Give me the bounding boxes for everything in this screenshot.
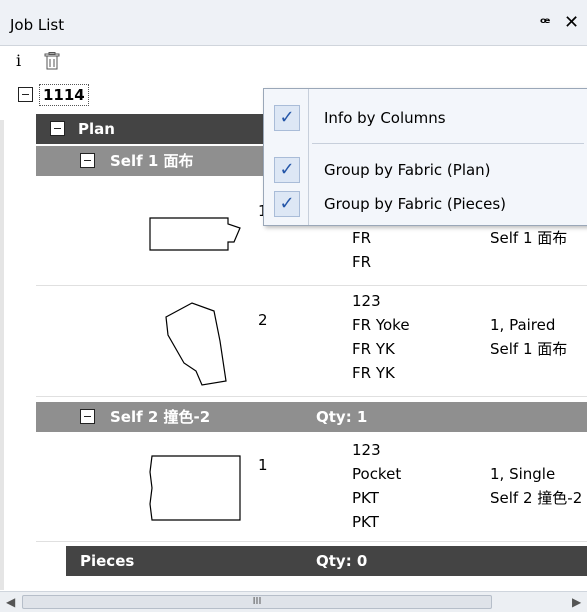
scroll-left-icon[interactable]: ◀ — [6, 595, 15, 609]
piece-quantity: 1, Paired — [490, 316, 556, 334]
menu-item-group-by-fabric-plan[interactable]: ✓ Group by Fabric (Plan) — [264, 155, 587, 185]
pieces-label: Pieces — [80, 552, 135, 570]
pin-icon[interactable]: ꟹ — [540, 14, 550, 32]
menu-separator — [312, 143, 584, 144]
piece-info-col2: 1, Single Self 2 撞色-2 — [490, 462, 582, 510]
piece-info-col1: 123 Pocket PKT PKT — [352, 438, 401, 534]
toolbar: i — [0, 46, 587, 80]
menu-item-label: Group by Fabric (Plan) — [324, 161, 491, 179]
group2-qty: Qty: 1 — [316, 408, 368, 426]
menu-item-group-by-fabric-pieces[interactable]: ✓ Group by Fabric (Pieces) — [264, 189, 587, 219]
pieces-row[interactable]: Pieces Qty: 0 — [66, 546, 587, 576]
check-icon: ✓ — [274, 191, 300, 217]
piece-shape-fr-yoke — [165, 302, 227, 386]
piece-info-col2: 1, Paired Self 1 面布 — [490, 313, 567, 361]
piece-number: 1 — [258, 456, 268, 474]
group1-expander[interactable] — [80, 153, 95, 168]
piece-name: FR Yoke — [352, 316, 410, 334]
piece-name: Pocket — [352, 465, 402, 483]
piece-code: FR YK — [352, 340, 395, 358]
plan-label: Plan — [78, 120, 115, 138]
tree-guide — [0, 120, 4, 590]
info-icon[interactable]: i — [16, 51, 21, 70]
scroll-thumb[interactable]: III — [22, 595, 492, 609]
piece-info-col1: FR FR — [352, 226, 371, 274]
menu-item-label: Info by Columns — [324, 109, 446, 127]
piece-code-alt: FR YK — [352, 364, 395, 382]
piece-shape-pocket — [149, 455, 241, 521]
group2-expander[interactable] — [80, 409, 95, 424]
piece-code-alt: PKT — [352, 513, 379, 531]
piece-code-alt: FR — [352, 253, 372, 271]
piece-code: PKT — [352, 489, 379, 507]
trash-icon[interactable] — [44, 52, 60, 70]
piece-id: 123 — [352, 441, 381, 459]
piece-row[interactable]: 2 123 FR Yoke FR YK FR YK 1, Paired Self… — [36, 287, 587, 397]
menu-item-label: Group by Fabric (Pieces) — [324, 195, 507, 213]
menu-item-info-by-columns[interactable]: ✓ Info by Columns — [264, 103, 587, 133]
close-icon[interactable]: ✕ — [564, 12, 579, 33]
group2-label: Self 2 撞色-2 — [110, 408, 211, 426]
piece-row[interactable]: 1 123 Pocket PKT PKT 1, Single Self 2 撞色… — [36, 432, 587, 542]
piece-fabric: Self 2 撞色-2 — [490, 489, 583, 507]
check-icon: ✓ — [274, 157, 300, 183]
piece-code: FR — [352, 229, 372, 247]
piece-info-col2: Self 1 面布 — [490, 226, 567, 250]
piece-fabric: Self 1 面布 — [490, 340, 568, 358]
scroll-right-icon[interactable]: ▶ — [572, 595, 581, 609]
job-node[interactable]: 1114 — [39, 84, 89, 106]
piece-id: 123 — [352, 292, 381, 310]
panel-titlebar: Job List ꟹ ✕ — [0, 0, 587, 46]
job-expander[interactable] — [18, 87, 33, 102]
piece-quantity: 1, Single — [490, 465, 556, 483]
plan-expander[interactable] — [50, 121, 65, 136]
piece-info-col1: 123 FR Yoke FR YK FR YK — [352, 289, 410, 385]
pieces-qty: Qty: 0 — [316, 552, 368, 570]
group1-label: Self 1 面布 — [110, 152, 194, 170]
piece-number: 2 — [258, 311, 268, 329]
piece-shape-fr — [149, 217, 241, 251]
panel-title: Job List — [10, 16, 65, 34]
piece-fabric: Self 1 面布 — [490, 229, 568, 247]
check-icon: ✓ — [274, 105, 300, 131]
horizontal-scrollbar[interactable]: ◀ III ▶ — [0, 591, 587, 612]
context-menu: ✓ Info by Columns ✓ Group by Fabric (Pla… — [263, 88, 587, 226]
group-row-self2[interactable]: Self 2 撞色-2 Qty: 1 — [36, 402, 587, 432]
